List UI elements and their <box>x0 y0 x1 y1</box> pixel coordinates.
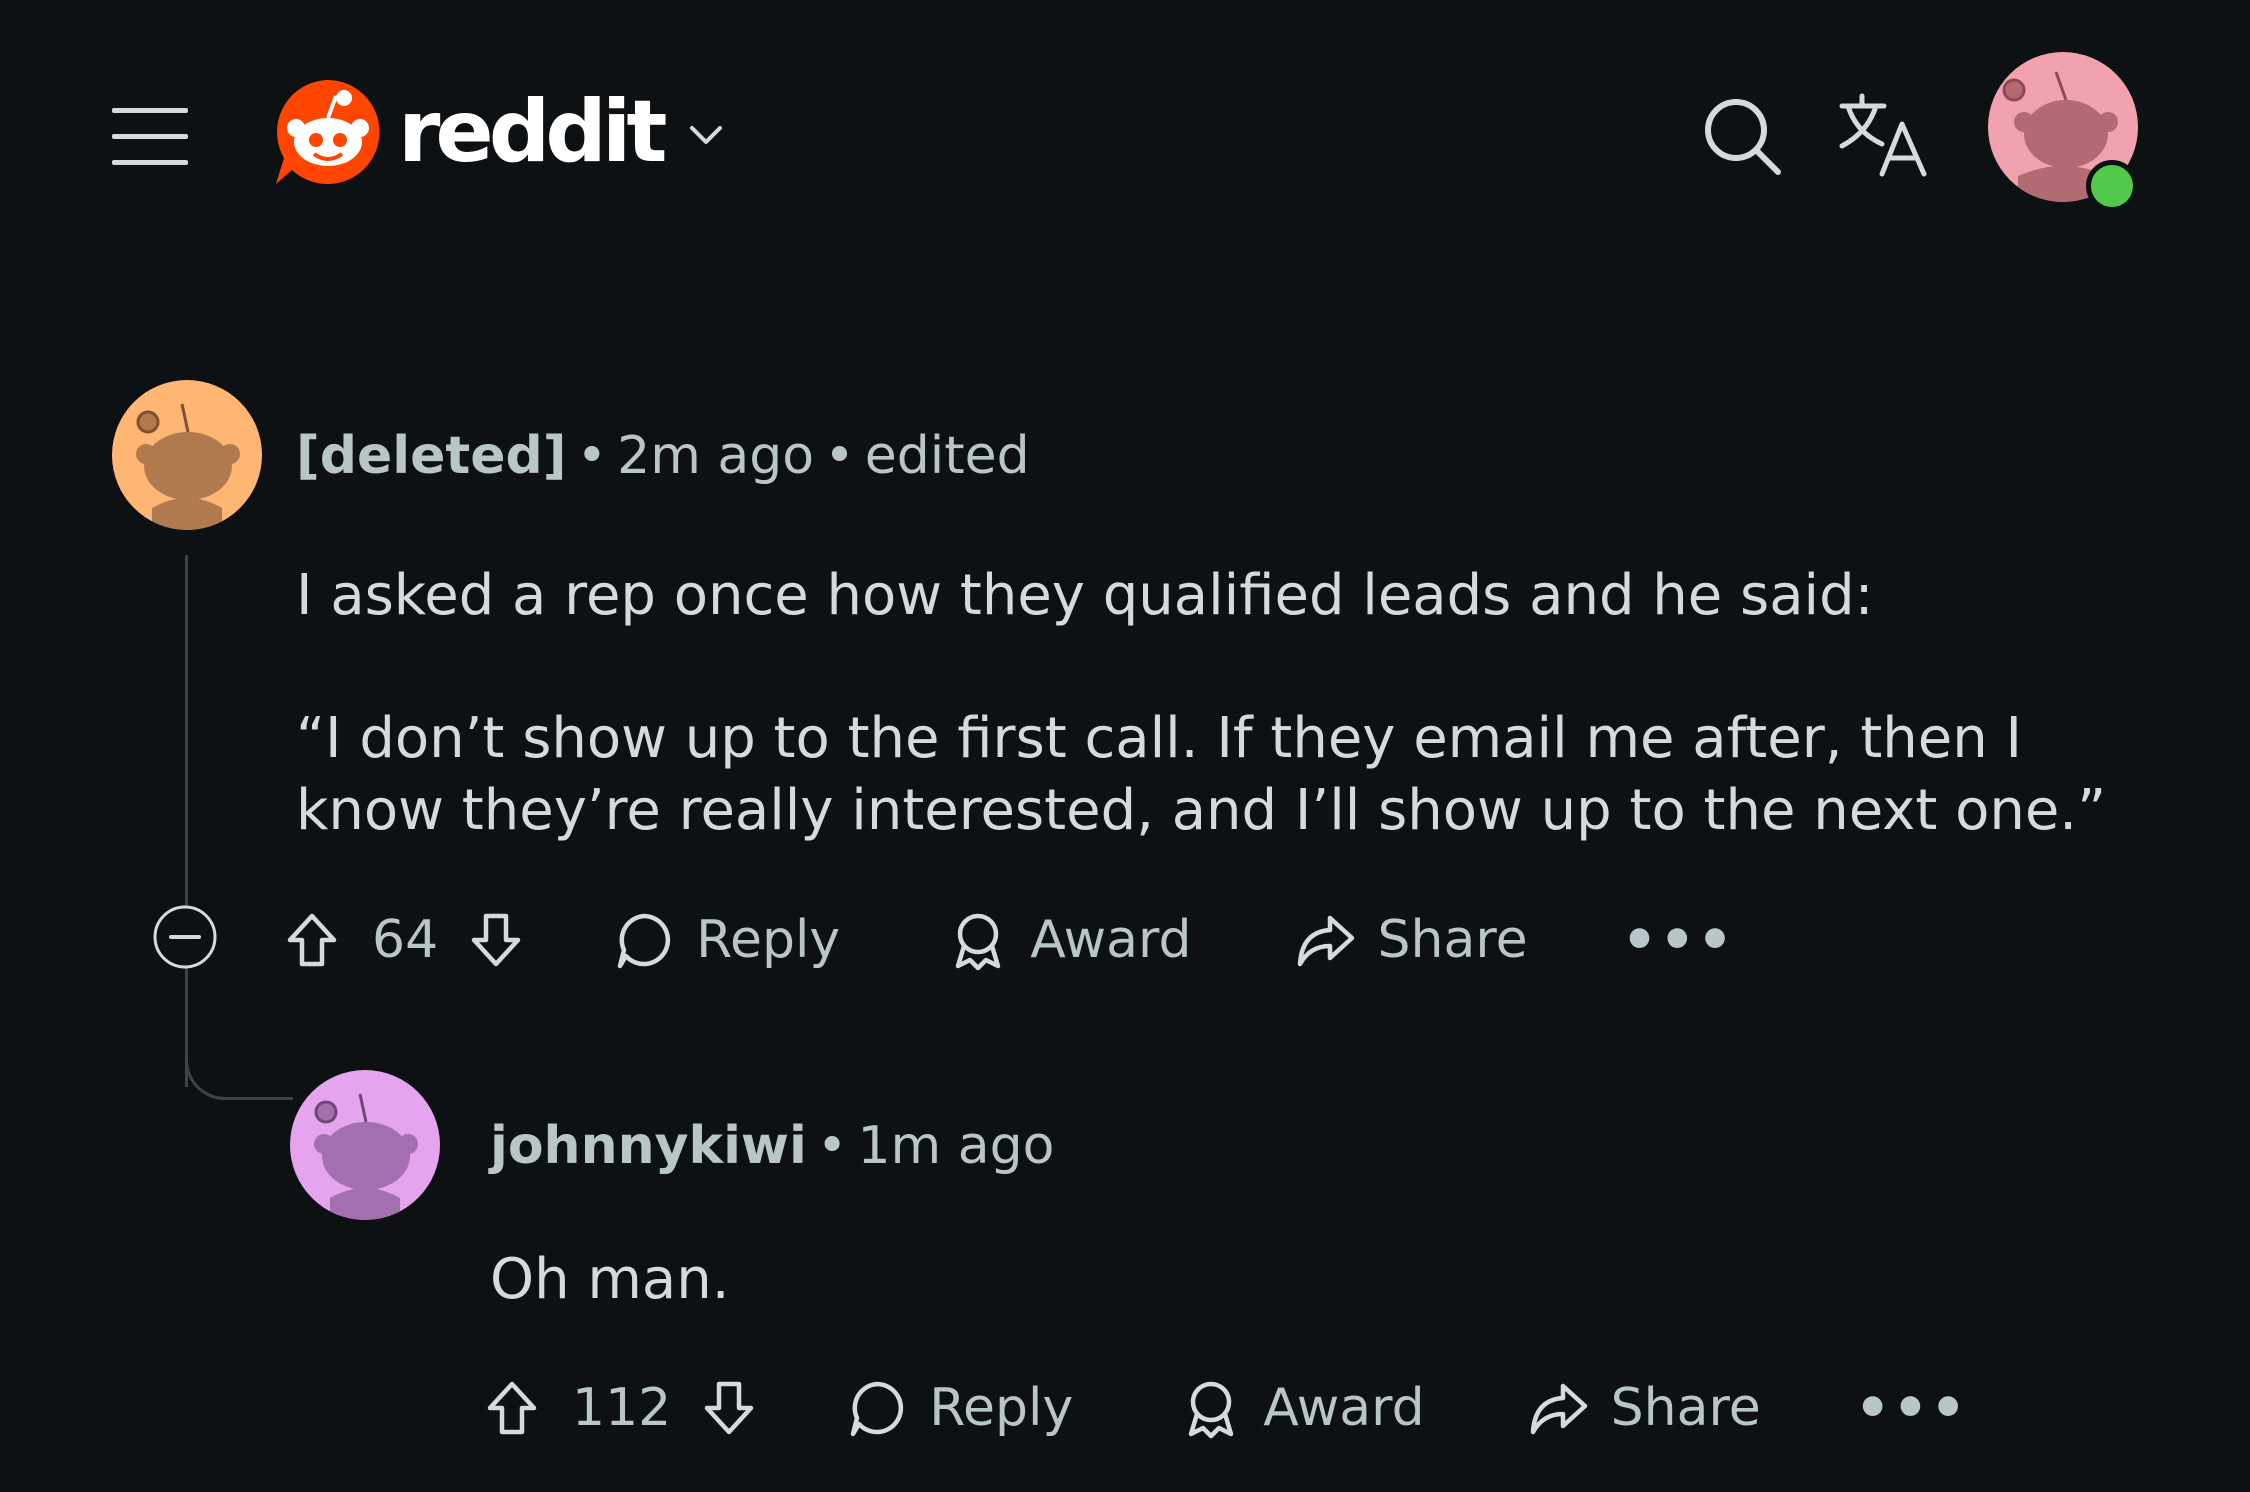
award-button[interactable]: Award <box>1181 1378 1425 1439</box>
award-label: Award <box>1030 910 1192 970</box>
share-label: Share <box>1377 910 1528 970</box>
collapse-thread-button[interactable] <box>153 905 217 969</box>
comment-author[interactable]: [deleted] <box>296 426 566 486</box>
edited-label: edited <box>864 426 1030 486</box>
meta-separator: • <box>576 426 608 486</box>
reply-label: Reply <box>929 1378 1074 1438</box>
thread-line[interactable] <box>185 555 188 907</box>
reply-button[interactable]: Reply <box>614 910 840 970</box>
downvote-icon <box>705 1381 754 1435</box>
online-status-dot <box>2086 160 2138 212</box>
downvote-button[interactable] <box>699 1378 759 1438</box>
comment-time[interactable]: 1m ago <box>857 1116 1054 1176</box>
comment-bubble-icon <box>851 1381 904 1437</box>
avatar[interactable] <box>290 1070 440 1220</box>
downvote-icon <box>471 913 521 967</box>
vote-count: 112 <box>572 1378 672 1438</box>
translate-icon[interactable] <box>1838 92 1928 177</box>
upvote-button[interactable] <box>482 1378 542 1438</box>
reddit-snoo-logo[interactable] <box>274 78 382 186</box>
thread-connector <box>185 1040 293 1100</box>
award-icon <box>1189 1381 1234 1439</box>
share-button[interactable]: Share <box>1529 1378 1761 1438</box>
reddit-wordmark[interactable]: reddit <box>398 78 667 186</box>
avatar[interactable] <box>112 380 262 530</box>
chevron-down-icon[interactable] <box>688 124 724 148</box>
meta-separator: • <box>816 1116 848 1176</box>
share-icon <box>1297 915 1354 967</box>
comment-actions: 112 Reply Award Share ••• <box>482 1368 1968 1448</box>
comment-bubble-icon <box>617 913 671 969</box>
downvote-button[interactable] <box>466 910 526 970</box>
comment-time[interactable]: 2m ago <box>617 426 814 486</box>
comment-body: I asked a rep once how they qualified le… <box>296 563 1874 628</box>
menu-icon[interactable] <box>112 108 188 166</box>
upvote-icon <box>287 913 337 967</box>
award-button[interactable]: Award <box>948 910 1192 971</box>
comment-meta: [deleted] • 2m ago • edited <box>296 424 1030 488</box>
search-icon[interactable] <box>1702 96 1782 176</box>
upvote-button[interactable] <box>282 910 342 970</box>
comment-actions: 64 Reply Award Share ••• <box>282 900 1735 980</box>
award-icon <box>955 913 1001 971</box>
comment-author[interactable]: johnnykiwi <box>490 1116 807 1176</box>
reply-label: Reply <box>696 910 841 970</box>
comment-quote: “I don’t show up to the first call. If t… <box>296 706 2107 843</box>
share-label: Share <box>1610 1378 1761 1438</box>
more-options-icon[interactable]: ••• <box>1622 908 1735 973</box>
vote-count: 64 <box>372 910 439 970</box>
share-button[interactable]: Share <box>1296 910 1528 970</box>
award-label: Award <box>1263 1378 1425 1438</box>
more-options-icon[interactable]: ••• <box>1855 1376 1968 1441</box>
comment-body: Oh man. <box>490 1247 730 1312</box>
comment-meta: johnnykiwi • 1m ago <box>490 1114 1054 1178</box>
reply-button[interactable]: Reply <box>847 1378 1073 1438</box>
meta-separator: • <box>824 426 855 486</box>
share-icon <box>1530 1383 1587 1435</box>
upvote-icon <box>487 1381 537 1435</box>
